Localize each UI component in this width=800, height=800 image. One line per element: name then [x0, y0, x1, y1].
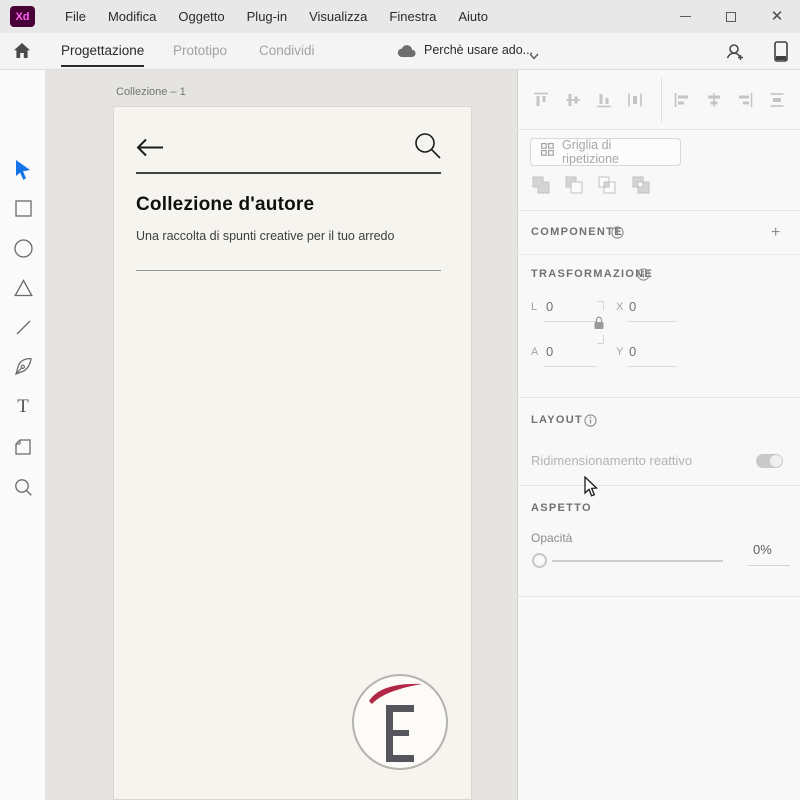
- info-icon[interactable]: [611, 226, 624, 244]
- app-toolbar: Progettazione Prototipo Condividi Perchè…: [0, 33, 800, 70]
- tab-prototipo[interactable]: Prototipo: [173, 33, 227, 69]
- artboard-tool-icon[interactable]: [0, 438, 46, 462]
- boolean-intersect-icon[interactable]: [598, 176, 616, 199]
- menu-bar: Xd File Modifica Oggetto Plug-in Visuali…: [0, 0, 800, 33]
- opacity-slider-track[interactable]: [552, 560, 723, 562]
- back-arrow-icon: [135, 137, 165, 163]
- opacity-value-underline: [748, 565, 790, 566]
- transform-section-title: TRASFORMAZIONE: [531, 268, 654, 280]
- menu-file[interactable]: File: [54, 0, 97, 33]
- responsive-resize-label: Ridimensionamento reattivo: [531, 453, 693, 468]
- panel-divider: [517, 210, 800, 211]
- align-right-icon[interactable]: [737, 92, 753, 113]
- zoom-tool-icon[interactable]: [0, 478, 46, 502]
- repeat-grid-label: Griglia di ripetizione: [562, 138, 619, 166]
- document-name[interactable]: Perchè usare ado...: [424, 43, 533, 57]
- appearance-section-title: ASPETTO: [531, 502, 592, 514]
- add-collaborator-icon[interactable]: [724, 41, 746, 68]
- panel-divider: [517, 254, 800, 255]
- menu-plugin[interactable]: Plug-in: [236, 0, 298, 33]
- distribute-horizontal-icon[interactable]: [627, 92, 643, 113]
- select-tool-icon[interactable]: [0, 159, 46, 183]
- line-tool-icon[interactable]: [0, 319, 46, 343]
- menu-finestra[interactable]: Finestra: [378, 0, 447, 33]
- responsive-resize-toggle[interactable]: [756, 454, 783, 468]
- pen-tool-icon[interactable]: [0, 357, 46, 381]
- menu-oggetto[interactable]: Oggetto: [167, 0, 235, 33]
- link-dimensions-bracket: [597, 301, 604, 310]
- boolean-subtract-icon[interactable]: [565, 176, 583, 199]
- opacity-slider-handle[interactable]: [532, 553, 547, 568]
- x-field-label: X: [616, 301, 624, 313]
- align-top-icon[interactable]: [533, 92, 549, 113]
- chevron-down-icon[interactable]: [529, 47, 539, 65]
- field-underline: [544, 366, 597, 367]
- maximize-icon[interactable]: [708, 0, 754, 33]
- link-dimensions-bracket: [597, 335, 604, 344]
- artboard-heading: Collezione d'autore: [136, 194, 315, 215]
- add-component-button[interactable]: +: [771, 225, 780, 241]
- field-underline: [627, 321, 677, 322]
- inspector-panel: [517, 70, 800, 800]
- artboard-name-label[interactable]: Collezione – 1: [116, 86, 186, 98]
- repeat-grid-button[interactable]: Griglia di ripetizione: [530, 138, 681, 166]
- artboard-divider-top: [136, 172, 441, 174]
- align-horizontal-center-icon[interactable]: [706, 92, 722, 113]
- ellipse-tool-icon[interactable]: [0, 239, 46, 263]
- artboard-subtitle: Una raccolta di spunti creative per il t…: [136, 229, 395, 243]
- align-bottom-icon[interactable]: [596, 92, 612, 113]
- menu-modifica[interactable]: Modifica: [97, 0, 167, 33]
- menu-visualizza[interactable]: Visualizza: [298, 0, 378, 33]
- x-field[interactable]: 0: [629, 299, 636, 314]
- height-field-label: A: [531, 346, 539, 358]
- align-left-icon[interactable]: [674, 92, 690, 113]
- device-preview-icon[interactable]: [774, 41, 788, 67]
- artboard-divider-bottom: [136, 270, 441, 271]
- menu-items: File Modifica Oggetto Plug-in Visualizza…: [54, 0, 499, 33]
- layout-section-title: LAYOUT: [531, 414, 584, 426]
- panel-divider: [517, 596, 800, 597]
- opacity-label: Opacità: [531, 531, 573, 545]
- tab-progettazione[interactable]: Progettazione: [61, 33, 145, 69]
- tool-rail: T: [0, 70, 46, 800]
- adobe-xd-logo: Xd: [10, 6, 35, 27]
- panel-divider: [517, 129, 800, 130]
- cloud-icon: [397, 44, 417, 64]
- rectangle-tool-icon[interactable]: [0, 200, 46, 224]
- width-field-label: L: [531, 301, 538, 313]
- repeat-grid-icon: [541, 143, 554, 161]
- close-icon[interactable]: ✕: [754, 0, 800, 33]
- info-icon[interactable]: [637, 268, 650, 286]
- lock-icon[interactable]: [593, 315, 605, 335]
- window-controls: ✕: [662, 0, 800, 33]
- y-field-label: Y: [616, 346, 624, 358]
- align-vertical-center-icon[interactable]: [565, 92, 581, 113]
- boolean-union-icon[interactable]: [532, 176, 550, 199]
- field-underline: [627, 366, 677, 367]
- width-field[interactable]: 0: [546, 299, 553, 314]
- minimize-icon[interactable]: [662, 0, 708, 33]
- panel-divider: [517, 485, 800, 486]
- tab-condividi[interactable]: Condividi: [259, 33, 315, 69]
- home-icon[interactable]: [13, 42, 31, 65]
- height-field[interactable]: 0: [546, 344, 553, 359]
- field-underline: [544, 321, 597, 322]
- align-group-divider: [661, 78, 662, 122]
- text-tool-icon[interactable]: T: [0, 397, 46, 421]
- opacity-value[interactable]: 0%: [753, 542, 772, 557]
- polygon-tool-icon[interactable]: [0, 279, 46, 303]
- search-icon: [413, 131, 442, 165]
- info-icon[interactable]: [584, 414, 597, 432]
- logo-letter: [386, 705, 414, 767]
- distribute-vertical-icon[interactable]: [769, 92, 785, 113]
- component-section-title: COMPONENTE: [531, 226, 623, 238]
- panel-divider: [517, 397, 800, 398]
- menu-aiuto[interactable]: Aiuto: [447, 0, 499, 33]
- y-field[interactable]: 0: [629, 344, 636, 359]
- boolean-exclude-icon[interactable]: [632, 176, 650, 199]
